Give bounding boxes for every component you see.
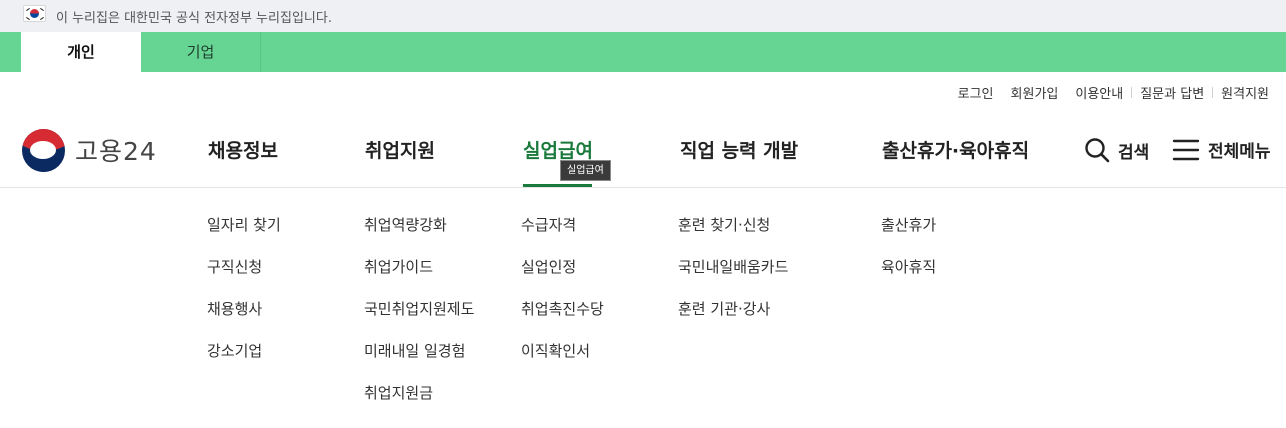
logo-text: 고용24	[75, 137, 157, 166]
nav-recruit[interactable]: 채용정보	[208, 136, 278, 163]
nav-parental-leave[interactable]: 출산휴가·육아휴직	[882, 136, 1029, 163]
submenu-item[interactable]: 취업지원금	[364, 382, 474, 424]
submenu-item[interactable]: 국민취업지원제도	[364, 298, 474, 340]
site-logo[interactable]: 고용24	[22, 128, 157, 172]
submenu-item[interactable]: 강소기업	[207, 340, 281, 382]
submenu-item[interactable]: 육아휴직	[881, 256, 936, 298]
gov-banner: 이 누리집은 대한민국 공식 전자정부 누리집입니다.	[0, 0, 1286, 32]
utility-nav: 로그인 회원가입 이용안내 질문과 답변 원격지원	[958, 83, 1269, 102]
submenu-unemployment-benefit: 수급자격 실업인정 취업촉진수당 이직확인서	[521, 214, 604, 382]
user-type-bar: 개인 기업	[0, 32, 1286, 72]
nav-job-training[interactable]: 직업 능력 개발	[680, 136, 798, 163]
remote-support-link[interactable]: 원격지원	[1221, 83, 1269, 102]
submenu-item[interactable]: 출산휴가	[881, 214, 936, 256]
submenu-item[interactable]: 취업역량강화	[364, 214, 474, 256]
submenu-item[interactable]: 채용행사	[207, 298, 281, 340]
hamburger-menu-icon	[1172, 139, 1200, 160]
korea-flag-icon	[23, 5, 46, 22]
nav-employment-support[interactable]: 취업지원	[365, 136, 435, 163]
submenu-item[interactable]: 구직신청	[207, 256, 281, 298]
submenu-item[interactable]: 이직확인서	[521, 340, 604, 382]
search-button[interactable]: 검색	[1084, 137, 1149, 163]
nav-tooltip: 실업급여	[560, 160, 611, 181]
qna-link[interactable]: 질문과 답변	[1140, 83, 1204, 102]
submenu-item[interactable]: 미래내일 일경험	[364, 340, 474, 382]
submenu-job-training: 훈련 찾기·신청 국민내일배움카드 훈련 기관·강사	[678, 214, 788, 340]
submenu-item[interactable]: 취업촉진수당	[521, 298, 604, 340]
submenu-item[interactable]: 취업가이드	[364, 256, 474, 298]
signup-link[interactable]: 회원가입	[1011, 83, 1059, 102]
tab-company[interactable]: 기업	[141, 32, 261, 72]
submenu-employment-support: 취업역량강화 취업가이드 국민취업지원제도 미래내일 일경험 취업지원금	[364, 214, 474, 424]
guide-link[interactable]: 이용안내	[1075, 83, 1123, 102]
full-menu-label: 전체메뉴	[1208, 142, 1271, 162]
submenu-item[interactable]: 수급자격	[521, 214, 604, 256]
submenu-parental-leave: 출산휴가 육아휴직	[881, 214, 936, 298]
search-icon	[1085, 138, 1110, 163]
full-menu-button[interactable]: 전체메뉴	[1172, 137, 1271, 162]
header-divider	[0, 187, 1286, 188]
submenu-recruit: 일자리 찾기 구직신청 채용행사 강소기업	[207, 214, 281, 382]
gov-banner-text: 이 누리집은 대한민국 공식 전자정부 누리집입니다.	[56, 11, 332, 26]
submenu-item[interactable]: 실업인정	[521, 256, 604, 298]
submenu-item[interactable]: 일자리 찾기	[207, 214, 281, 256]
submenu-item[interactable]: 훈련 찾기·신청	[678, 214, 788, 256]
nav-unemployment-benefit[interactable]: 실업급여	[523, 136, 593, 163]
tab-personal[interactable]: 개인	[21, 32, 141, 72]
search-label: 검색	[1118, 142, 1150, 163]
gov-emblem-icon	[22, 128, 65, 172]
submenu-item[interactable]: 훈련 기관·강사	[678, 298, 788, 340]
submenu-item[interactable]: 국민내일배움카드	[678, 256, 788, 298]
login-link[interactable]: 로그인	[958, 83, 994, 102]
